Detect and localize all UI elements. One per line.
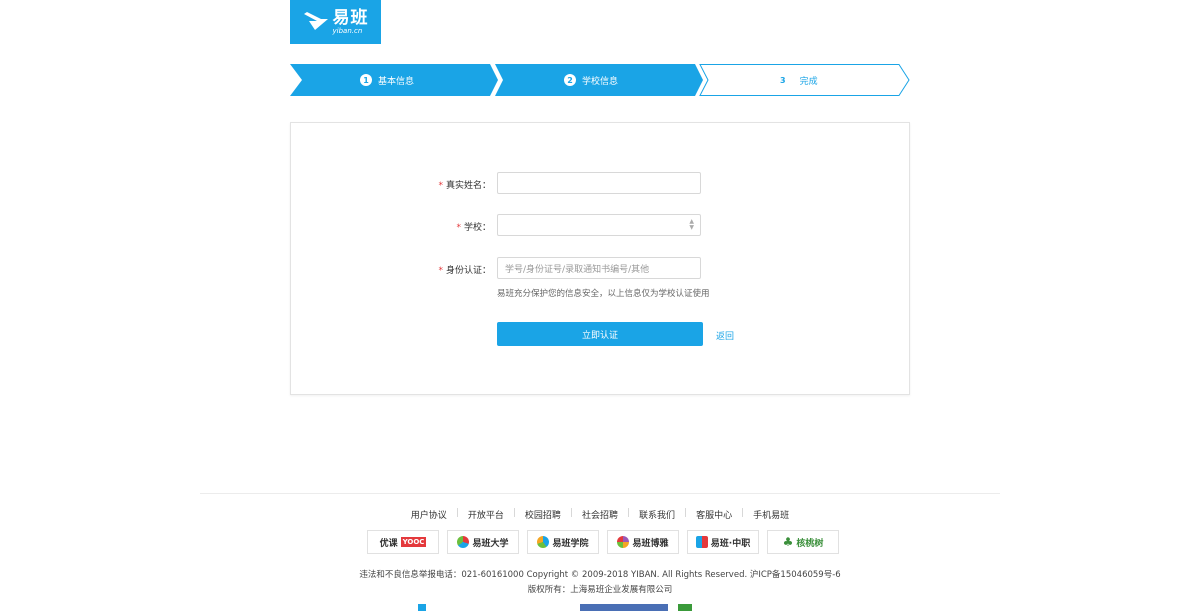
footer-link-contact-us[interactable]: 联系我们 [630, 508, 684, 521]
yiban-bird-icon [303, 12, 328, 30]
step-3-label: 完成 [799, 76, 818, 87]
step-1-label: 基本信息 [378, 76, 415, 87]
footer-link-mobile-yiban[interactable]: 手机易班 [744, 508, 798, 521]
partner-yiban-university[interactable]: 易班大学 [447, 530, 519, 554]
partner-yiban-college[interactable]: 易班学院 [527, 530, 599, 554]
privacy-hint: 易班充分保护您的信息安全，以上信息仅为学校认证使用 [497, 289, 710, 299]
step-1-number: 1 [360, 74, 372, 86]
step-2-number: 2 [564, 74, 576, 86]
school-label: * 学校： [456, 223, 491, 233]
step-3: 3 完成 [780, 64, 818, 96]
logo-domain: yiban.cn [332, 26, 363, 35]
submit-verify-button[interactable]: 立即认证 [497, 322, 703, 346]
yiban-boya-name: 易班博雅 [632, 538, 669, 549]
step-3-number: 3 [780, 75, 786, 85]
school-select[interactable]: ▲ ▼ [497, 214, 701, 236]
partner-yooc[interactable]: 优课 YOOC [367, 530, 439, 554]
identity-input[interactable]: 学号/身份证号/录取通知书编号/其他 [497, 257, 701, 279]
step-1: 1 基本信息 [360, 64, 414, 96]
partner-logos: 优课 YOOC 易班大学 易班学院 易班博雅 易班·中职 ♣ 核桃树 [367, 530, 839, 554]
yiban-boya-logo-icon [617, 536, 630, 548]
hetaoshu-name: 核桃树 [796, 538, 824, 549]
footer-link-social-recruiting[interactable]: 社会招聘 [573, 508, 627, 521]
footer-divider [200, 493, 1000, 494]
yiban-logo[interactable]: 易班 yiban.cn [290, 0, 381, 44]
real-name-input[interactable] [497, 172, 701, 194]
partner-yiban-boya[interactable]: 易班博雅 [607, 530, 679, 554]
partial-badge-icon [678, 604, 692, 611]
partner-hetaoshu[interactable]: ♣ 核桃树 [767, 530, 839, 554]
yiban-university-name: 易班大学 [472, 538, 509, 549]
partial-badge [580, 604, 668, 611]
footer-links: 用户协议 | 开放平台 | 校园招聘 | 社会招聘 | 联系我们 | 客服中心 | 手机易班 [0, 508, 1200, 521]
footer-link-service-center[interactable]: 客服中心 [687, 508, 741, 521]
logo-text: 易班 [332, 7, 369, 28]
identity-placeholder: 学号/身份证号/录取通知书编号/其他 [505, 264, 650, 275]
required-mark: * [456, 223, 461, 233]
footer-link-user-agreement[interactable]: 用户协议 [402, 508, 456, 521]
step-2: 2 学校信息 [564, 64, 618, 96]
step-2-label: 学校信息 [582, 76, 619, 87]
yiban-college-logo-icon [537, 536, 550, 548]
partial-icon [418, 604, 426, 611]
rights-text: 版权所有：上海易班企业发展有限公司 [527, 585, 673, 595]
identity-label: * 身份认证： [438, 266, 491, 276]
yiban-university-logo-icon [457, 536, 470, 548]
school-info-form: * 真实姓名： * 学校： ▲ ▼ * 身份认证： 学号/身份证号/录取通知书编号/其他… [290, 122, 910, 395]
yiban-vocational-logo-icon [695, 536, 708, 548]
progress-steps: 1 基本信息 2 学校信息 3 完成 [290, 64, 910, 96]
footer-link-open-platform[interactable]: 开放平台 [459, 508, 513, 521]
back-link[interactable]: 返回 [716, 329, 734, 342]
yiban-vocational-name: 易班·中职 [710, 538, 751, 549]
yiban-college-name: 易班学院 [552, 538, 589, 549]
partner-yiban-vocational[interactable]: 易班·中职 [687, 530, 759, 554]
required-mark: * [438, 181, 443, 191]
yooc-badge: YOOC [400, 537, 427, 547]
select-arrows-icon: ▲ ▼ [689, 218, 694, 231]
tree-icon: ♣ [782, 535, 794, 549]
name-label: * 真实姓名： [438, 181, 491, 191]
required-mark: * [438, 266, 443, 276]
footer-link-campus-recruiting[interactable]: 校园招聘 [516, 508, 570, 521]
yooc-name: 优课 [379, 538, 398, 549]
copyright-text: 违法和不良信息举报电话：021-60161000 Copyright © 200… [359, 570, 841, 580]
